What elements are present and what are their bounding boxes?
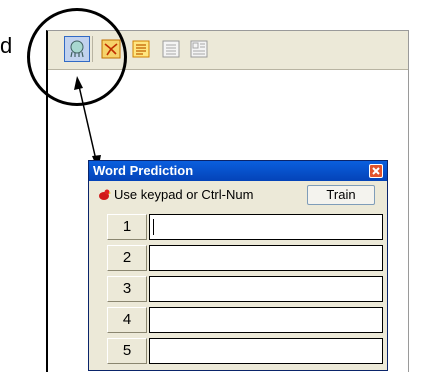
- train-button[interactable]: Train: [307, 185, 375, 205]
- prediction-number-3[interactable]: 3: [107, 276, 147, 302]
- close-button[interactable]: [369, 164, 383, 178]
- close-icon: [372, 167, 380, 175]
- callout-circle: [27, 8, 127, 106]
- cropped-label-text: d: [0, 33, 13, 58]
- hint-row: Use keypad or Ctrl-Num: [97, 187, 253, 202]
- prediction-number-2[interactable]: 2: [107, 245, 147, 271]
- prediction-field-2[interactable]: [149, 245, 383, 271]
- panel-title-bar: Word Prediction: [89, 161, 387, 181]
- prediction-field-3[interactable]: [149, 276, 383, 302]
- prediction-number-5[interactable]: 5: [107, 338, 147, 364]
- prediction-field-5[interactable]: [149, 338, 383, 364]
- text-caret: [153, 219, 154, 235]
- document-button[interactable]: [158, 36, 184, 62]
- parrot-icon: [99, 189, 111, 200]
- prediction-field-1[interactable]: [149, 214, 383, 240]
- prediction-field-4[interactable]: [149, 307, 383, 333]
- hint-text: Use keypad or Ctrl-Num: [114, 187, 254, 202]
- form-icon: [190, 40, 208, 58]
- panel-title: Word Prediction: [93, 163, 194, 178]
- prediction-number-1[interactable]: 1: [107, 214, 147, 240]
- notes-button[interactable]: [128, 36, 154, 62]
- notes-icon: [132, 40, 150, 58]
- form-button[interactable]: [186, 36, 212, 62]
- prediction-number-4[interactable]: 4: [107, 307, 147, 333]
- word-prediction-panel: Word Prediction Use keypad or Ctrl-Num T…: [88, 160, 388, 371]
- document-icon: [162, 40, 180, 58]
